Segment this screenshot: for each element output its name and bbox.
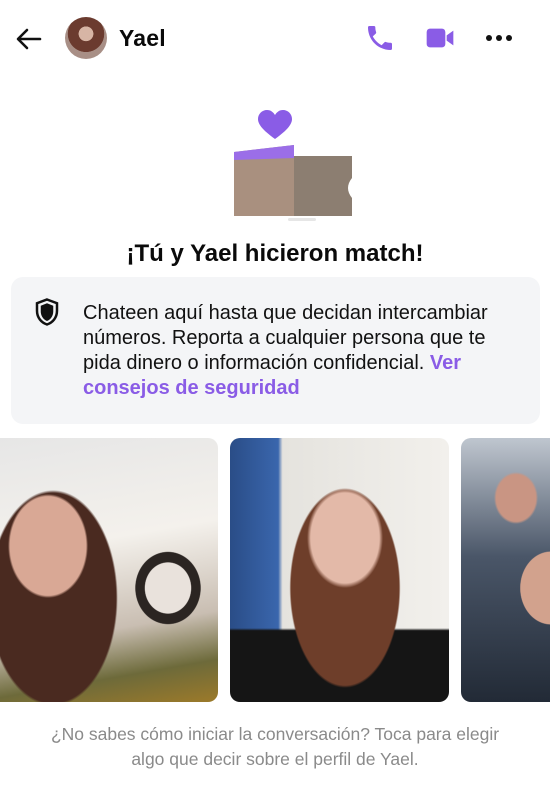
contact-name[interactable]: Yael [119,25,166,52]
shield-icon [32,297,62,327]
phone-icon[interactable] [364,22,396,54]
safety-notice-text: Chateen aquí hasta que decidan intercamb… [83,301,523,401]
video-camera-icon[interactable] [424,22,456,54]
back-arrow-icon[interactable] [14,24,44,54]
profile-photo[interactable] [230,438,449,702]
safety-notice-card: Chateen aquí hasta que decidan intercamb… [11,277,540,424]
avatar[interactable] [65,17,107,59]
safety-body: Chateen aquí hasta que decidan intercamb… [83,302,488,374]
match-illustration [228,104,358,226]
more-horizontal-icon[interactable] [483,22,515,54]
heart-icon [258,110,292,139]
chat-header: Yael [0,0,550,78]
conversation-starter-hint[interactable]: ¿No sabes cómo iniciar la conversación? … [40,722,510,772]
profile-photos-carousel[interactable] [0,438,550,702]
profile-photo[interactable] [0,438,218,702]
match-title: ¡Tú y Yael hicieron match! [126,240,424,267]
profile-photo[interactable] [461,438,550,702]
